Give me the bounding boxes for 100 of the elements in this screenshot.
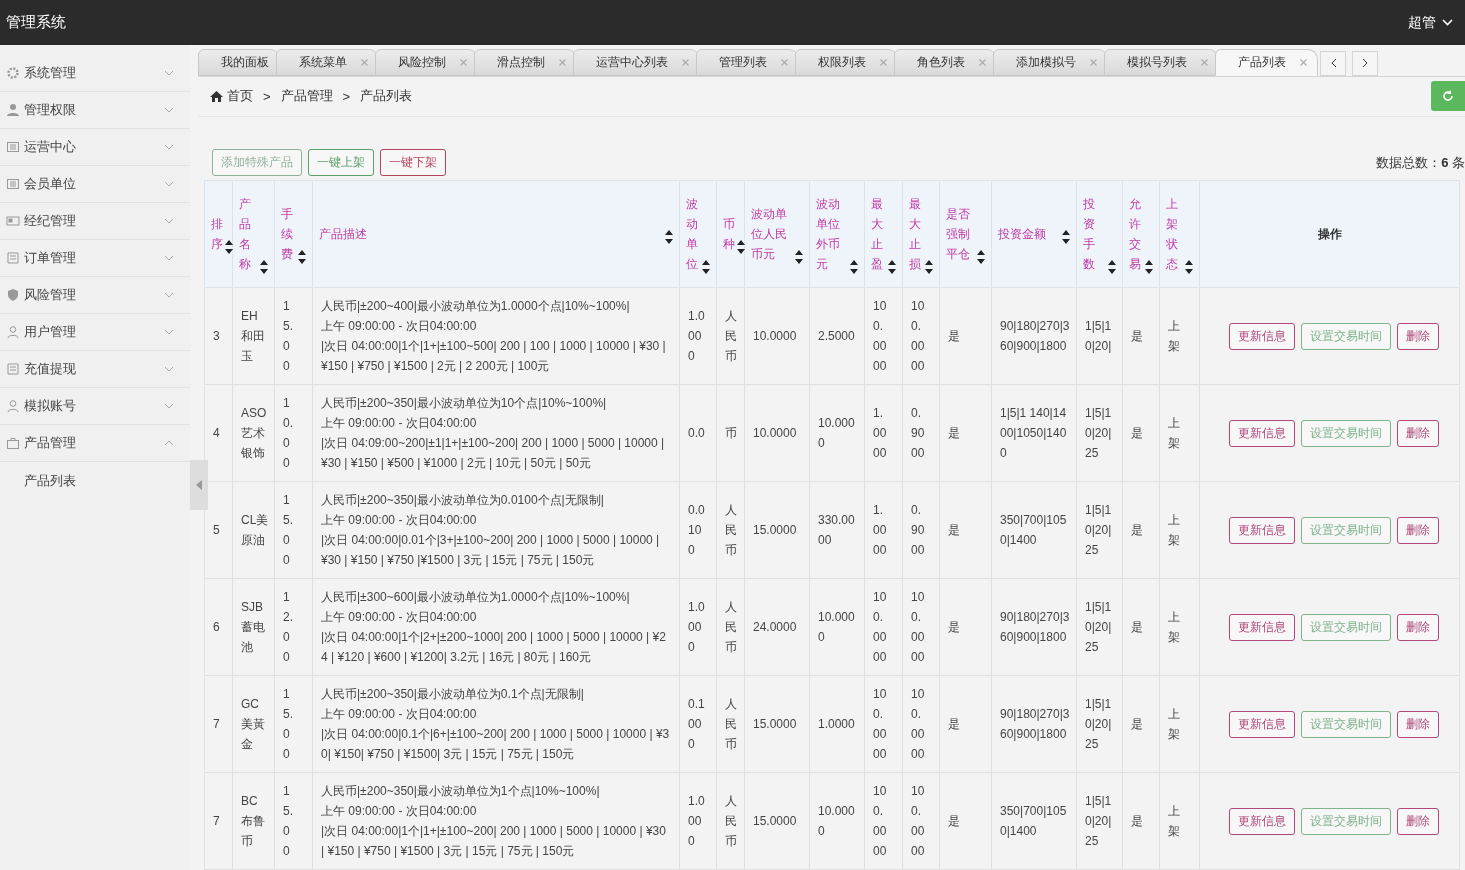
chevron-right-icon <box>1361 58 1369 69</box>
sidebar-item[interactable]: 运营中心 <box>0 129 190 166</box>
sidebar-item[interactable]: 系统管理 <box>0 55 190 92</box>
table-cell: GC美黃金 <box>232 675 275 773</box>
row-action-button[interactable]: 删除 <box>1397 613 1439 641</box>
column-header[interactable]: 最大止损 <box>902 180 940 288</box>
sidebar-item[interactable]: 管理权限 <box>0 92 190 129</box>
column-header[interactable]: 排序 <box>204 180 233 288</box>
table-cell: 15.00 <box>274 481 313 579</box>
column-header[interactable]: 允许交易 <box>1122 180 1160 288</box>
sort-icon[interactable] <box>665 230 673 244</box>
sidebar-item[interactable]: 会员单位 <box>0 166 190 203</box>
table-cell: 7 <box>204 772 233 870</box>
table-cell: 是 <box>1122 772 1160 870</box>
column-header[interactable]: 波动单位人民币元 <box>744 180 810 288</box>
table-cell: 10.0000 <box>809 384 865 482</box>
column-header[interactable]: 最大止盈 <box>864 180 903 288</box>
table-cell: 1|5|1 140|1400|1050|1400 <box>991 384 1077 482</box>
sidebar-item[interactable]: 经纪管理 <box>0 203 190 240</box>
table-cell: 1.0000 <box>809 675 865 773</box>
sidebar-item[interactable]: 订单管理 <box>0 240 190 277</box>
sidebar-item[interactable]: 风险管理 <box>0 277 190 314</box>
sort-icon[interactable] <box>1145 260 1153 274</box>
table-cell: 0.0 <box>679 384 717 482</box>
chevron-icon <box>164 292 174 298</box>
column-header[interactable]: 币种 <box>716 180 745 288</box>
row-action-button[interactable]: 删除 <box>1397 419 1439 447</box>
row-action-button[interactable]: 更新信息 <box>1229 322 1295 350</box>
toolbar-button[interactable]: 一键上架 <box>308 149 374 176</box>
column-header[interactable]: 产品描述 <box>312 180 680 288</box>
table-cell: 上架 <box>1159 772 1200 870</box>
row-action-button[interactable]: 删除 <box>1397 710 1439 738</box>
table-cell: 上架 <box>1159 287 1200 385</box>
table-cell: 是 <box>1122 578 1160 676</box>
sidebar-item[interactable]: 产品管理 <box>0 425 190 462</box>
sort-icon[interactable] <box>298 250 306 264</box>
sort-icon[interactable] <box>977 250 985 264</box>
table-cell: 1|5|10|20| <box>1076 287 1123 385</box>
table-cell: 100.0000 <box>864 675 903 773</box>
breadcrumb-link[interactable]: 产品管理 <box>280 87 333 106</box>
sort-icon[interactable] <box>850 260 858 274</box>
user-menu[interactable]: 超管 <box>1402 12 1459 33</box>
list-icon <box>6 177 20 191</box>
table-cell: 1.0000 <box>679 287 717 385</box>
sort-icon[interactable] <box>1185 260 1193 274</box>
column-header[interactable]: 手续费 <box>274 180 313 288</box>
table-cell: 1|5|10|20|25 <box>1076 578 1123 676</box>
table-cell: 是 <box>939 481 992 579</box>
column-header[interactable]: 上架状态 <box>1159 180 1200 288</box>
table-cell: 是 <box>939 675 992 773</box>
table-cell: 24.0000 <box>744 578 810 676</box>
row-action-button[interactable]: 删除 <box>1397 322 1439 350</box>
sidebar-subitem[interactable]: 产品列表 <box>0 462 190 500</box>
table-cell: 15.0000 <box>744 675 810 773</box>
sort-icon[interactable] <box>888 260 896 274</box>
description-cell: 人民币|±200~350|最小波动单位为10个点|10%~100%| 上午 09:00:00 - 次日04:00:00 |次日 04:09:00~200|±1|1+|±100~200| 200 | 1000 | 5000 | 10000 | ¥30 | ¥150 | ¥500 | ¥1000 | 2元 | 10元 | 50元 | 50元 <box>312 384 680 482</box>
table-cell: 3 <box>204 287 233 385</box>
table-cell: 上架 <box>1159 384 1200 482</box>
table-cell: 10.0000 <box>809 772 865 870</box>
breadcrumb-separator: > <box>263 88 271 104</box>
breadcrumb-link[interactable]: 产品列表 <box>360 87 413 106</box>
column-header[interactable]: 投资手数 <box>1076 180 1123 288</box>
collapse-handle[interactable] <box>190 460 208 510</box>
row-action-button[interactable]: 更新信息 <box>1229 516 1295 544</box>
table-cell: 10.0000 <box>744 287 810 385</box>
table-cell: 1|5|10|20|25 <box>1076 384 1123 482</box>
breadcrumb-link[interactable]: 首页 <box>210 87 253 106</box>
column-header[interactable]: 波动单位外币元 <box>809 180 865 288</box>
chevron-icon <box>164 70 174 76</box>
table-cell: 15.0000 <box>744 772 810 870</box>
sort-icon[interactable] <box>1108 260 1116 274</box>
chevron-icon <box>164 403 174 409</box>
person-icon <box>6 399 20 413</box>
user-icon <box>6 103 20 117</box>
sidebar-item[interactable]: 用户管理 <box>0 314 190 351</box>
row-action-button[interactable]: 更新信息 <box>1229 710 1295 738</box>
sort-icon[interactable] <box>925 260 933 274</box>
sort-icon[interactable] <box>260 260 268 274</box>
tab[interactable]: 产品列表 <box>1215 48 1318 76</box>
sidebar-item[interactable]: 模拟账号 <box>0 388 190 425</box>
column-header[interactable]: 投资金额 <box>991 180 1077 288</box>
sort-icon[interactable] <box>795 250 803 264</box>
column-header[interactable]: 产品名称 <box>232 180 275 288</box>
sort-icon[interactable] <box>702 260 710 274</box>
sort-icon[interactable] <box>1062 230 1070 244</box>
chevron-icon <box>164 181 174 187</box>
toolbar-button[interactable]: 一键下架 <box>380 149 446 176</box>
row-action-button[interactable]: 更新信息 <box>1229 419 1295 447</box>
sidebar-item[interactable]: 充值提现 <box>0 351 190 388</box>
row-action-button[interactable]: 删除 <box>1397 807 1439 835</box>
row-action-button[interactable]: 删除 <box>1397 516 1439 544</box>
table-cell: 1.0000 <box>679 578 717 676</box>
row-action-button[interactable]: 更新信息 <box>1229 613 1295 641</box>
table-cell: 100.0000 <box>864 287 903 385</box>
shield-icon <box>6 288 20 302</box>
table-cell: 100.0000 <box>864 578 903 676</box>
column-header[interactable]: 波动单位 <box>679 180 717 288</box>
breadcrumb-separator: > <box>342 88 351 104</box>
column-header[interactable]: 是否强制平仓 <box>939 180 992 288</box>
row-action-button[interactable]: 更新信息 <box>1229 807 1295 835</box>
